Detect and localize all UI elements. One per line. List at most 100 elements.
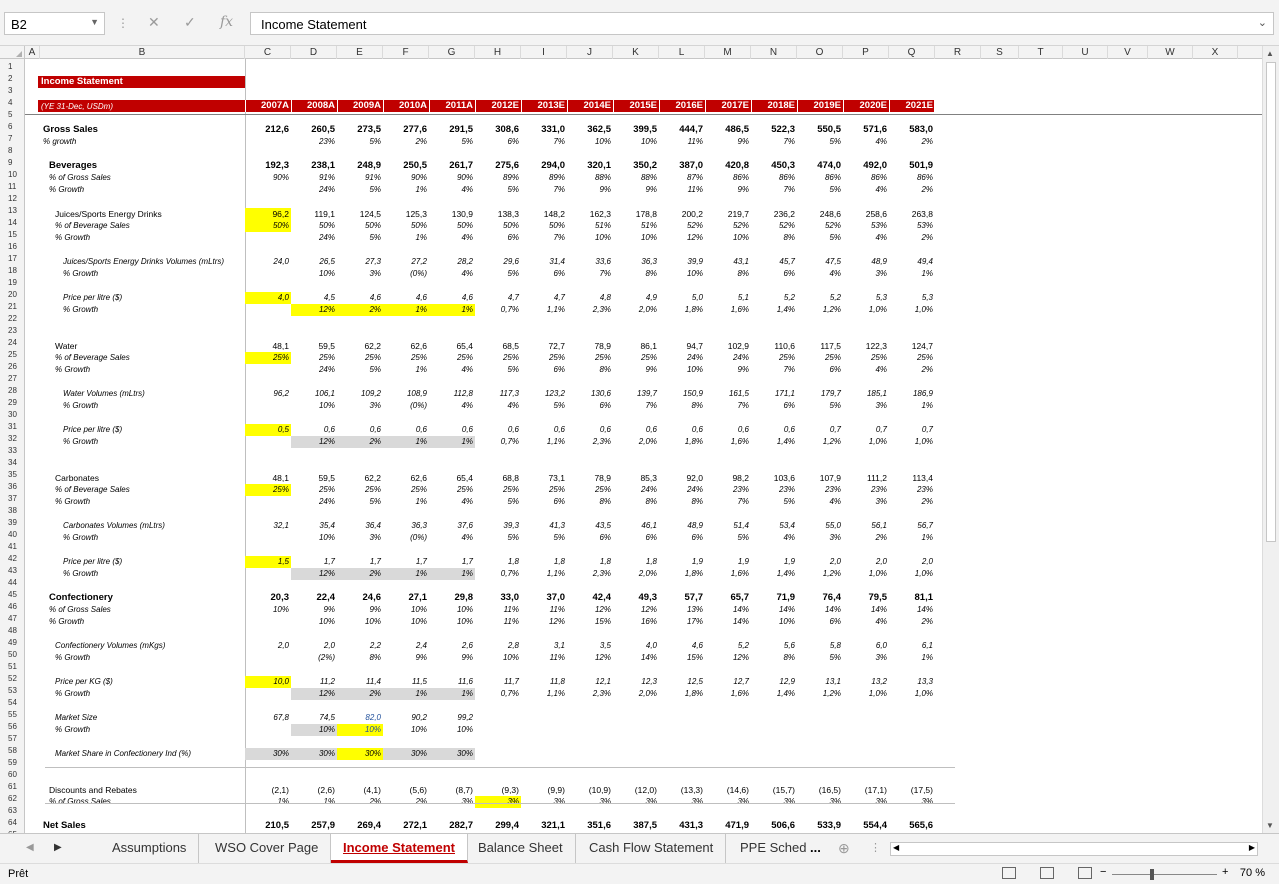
value-cell[interactable]: 1,7: [383, 556, 429, 568]
row-header-59[interactable]: 59: [0, 757, 24, 769]
value-cell[interactable]: 5%: [337, 136, 383, 148]
value-cell[interactable]: 10%: [475, 652, 521, 664]
value-cell[interactable]: 185,1: [843, 388, 889, 400]
value-cell[interactable]: 48,1: [245, 472, 291, 484]
value-cell[interactable]: 10%: [245, 604, 291, 616]
value-cell[interactable]: 11,4: [337, 676, 383, 688]
value-cell[interactable]: 124,5: [337, 208, 383, 220]
value-cell[interactable]: 474,0: [797, 160, 843, 172]
value-cell[interactable]: 85,3: [613, 472, 659, 484]
value-cell[interactable]: 282,7: [429, 820, 475, 832]
value-cell[interactable]: 4,5: [291, 292, 337, 304]
row-header-19[interactable]: 19: [0, 277, 24, 289]
row-header-43[interactable]: 43: [0, 565, 24, 577]
value-cell[interactable]: 4%: [843, 136, 889, 148]
row-label[interactable]: % of Gross Sales: [49, 604, 111, 616]
value-cell[interactable]: 0,6: [475, 424, 521, 436]
value-cell[interactable]: 6%: [475, 136, 521, 148]
value-cell[interactable]: 0,6: [613, 424, 659, 436]
value-cell[interactable]: 1,6%: [705, 304, 751, 316]
value-cell[interactable]: 29,8: [429, 592, 475, 604]
value-cell[interactable]: 14%: [613, 652, 659, 664]
value-cell[interactable]: 14%: [889, 604, 935, 616]
value-cell[interactable]: 3%: [843, 400, 889, 412]
tab-cash-flow-statement[interactable]: Cash Flow Statement: [577, 834, 727, 863]
value-cell[interactable]: 52%: [659, 220, 705, 232]
value-cell[interactable]: 10%: [383, 724, 429, 736]
value-cell[interactable]: 10%: [383, 604, 429, 616]
row-label[interactable]: % Growth: [63, 532, 98, 544]
value-cell[interactable]: 5%: [475, 532, 521, 544]
value-cell[interactable]: 1,6%: [705, 568, 751, 580]
value-cell[interactable]: 48,1: [245, 340, 291, 352]
value-cell[interactable]: 14%: [797, 604, 843, 616]
row-label[interactable]: % Growth: [63, 268, 98, 280]
value-cell[interactable]: 26,5: [291, 256, 337, 268]
value-cell[interactable]: 3%: [797, 532, 843, 544]
column-header-d[interactable]: D: [291, 46, 337, 59]
row-header-44[interactable]: 44: [0, 577, 24, 589]
expand-formula-icon[interactable]: ⌄: [1258, 16, 1267, 29]
row-header-30[interactable]: 30: [0, 409, 24, 421]
value-cell[interactable]: 5,3: [889, 292, 935, 304]
value-cell[interactable]: 0,5: [245, 424, 291, 436]
row-label[interactable]: % Growth: [55, 652, 90, 664]
value-cell[interactable]: 3%: [843, 496, 889, 508]
row-header-29[interactable]: 29: [0, 397, 24, 409]
value-cell[interactable]: 25%: [383, 484, 429, 496]
value-cell[interactable]: 2,0: [889, 556, 935, 568]
value-cell[interactable]: 5,8: [797, 640, 843, 652]
value-cell[interactable]: 65,4: [429, 472, 475, 484]
value-cell[interactable]: 68,8: [475, 472, 521, 484]
value-cell[interactable]: 25%: [521, 352, 567, 364]
value-cell[interactable]: 7%: [521, 184, 567, 196]
value-cell[interactable]: 25%: [429, 484, 475, 496]
column-header-w[interactable]: W: [1148, 46, 1193, 59]
value-cell[interactable]: 0,6: [705, 424, 751, 436]
value-cell[interactable]: (0%): [383, 268, 429, 280]
value-cell[interactable]: 6%: [567, 532, 613, 544]
value-cell[interactable]: 8%: [659, 400, 705, 412]
value-cell[interactable]: 10%: [291, 400, 337, 412]
value-cell[interactable]: 10%: [659, 268, 705, 280]
value-cell[interactable]: 2,0: [291, 640, 337, 652]
value-cell[interactable]: 2%: [843, 532, 889, 544]
value-cell[interactable]: 236,2: [751, 208, 797, 220]
value-cell[interactable]: 25%: [567, 484, 613, 496]
value-cell[interactable]: 51%: [613, 220, 659, 232]
row-label[interactable]: Confectionery: [49, 592, 113, 604]
sheet-title[interactable]: Income Statement: [38, 76, 245, 88]
value-cell[interactable]: 103,6: [751, 472, 797, 484]
value-cell[interactable]: 12,3: [613, 676, 659, 688]
value-cell[interactable]: 5%: [521, 532, 567, 544]
value-cell[interactable]: 99,2: [429, 712, 475, 724]
value-cell[interactable]: (17,1): [843, 784, 889, 796]
value-cell[interactable]: 5%: [521, 400, 567, 412]
value-cell[interactable]: 25%: [475, 484, 521, 496]
value-cell[interactable]: 420,8: [705, 160, 751, 172]
column-header-i[interactable]: I: [521, 46, 567, 59]
more-tabs-button[interactable]: ...: [810, 840, 821, 855]
value-cell[interactable]: 25%: [751, 352, 797, 364]
value-cell[interactable]: 73,1: [521, 472, 567, 484]
value-cell[interactable]: 321,1: [521, 820, 567, 832]
value-cell[interactable]: 11%: [521, 652, 567, 664]
value-cell[interactable]: 200,2: [659, 208, 705, 220]
value-cell[interactable]: 272,1: [383, 820, 429, 832]
value-cell[interactable]: 2%: [383, 136, 429, 148]
row-header-47[interactable]: 47: [0, 613, 24, 625]
column-header-m[interactable]: M: [705, 46, 751, 59]
value-cell[interactable]: 3%: [337, 532, 383, 544]
value-cell[interactable]: 1%: [429, 568, 475, 580]
value-cell[interactable]: (0%): [383, 400, 429, 412]
row-header-40[interactable]: 40: [0, 529, 24, 541]
value-cell[interactable]: 2%: [889, 136, 935, 148]
value-cell[interactable]: 11%: [475, 604, 521, 616]
row-label[interactable]: % Growth: [63, 568, 98, 580]
value-cell[interactable]: 124,7: [889, 340, 935, 352]
value-cell[interactable]: 2,0: [797, 556, 843, 568]
scroll-tabs-right-icon[interactable]: ▶: [54, 842, 62, 853]
value-cell[interactable]: 74,5: [291, 712, 337, 724]
value-cell[interactable]: 4,0: [245, 292, 291, 304]
column-header-h[interactable]: H: [475, 46, 521, 59]
